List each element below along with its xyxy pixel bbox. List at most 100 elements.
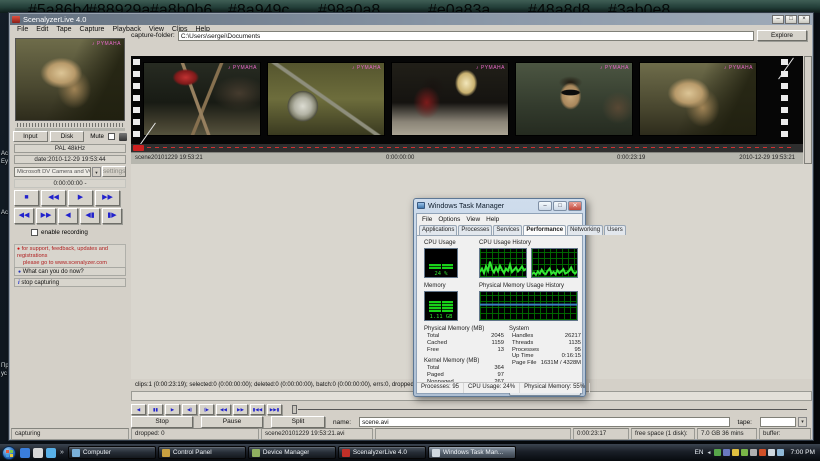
close-icon[interactable]: × bbox=[798, 15, 810, 24]
what-now-header[interactable]: ● What can you do now? bbox=[14, 267, 126, 276]
transport-button[interactable]: ◀◀ bbox=[216, 404, 231, 415]
scene-thumbnail-2[interactable]: ♪ PYMAHA bbox=[267, 62, 385, 136]
tray-icon[interactable] bbox=[750, 449, 757, 456]
tab[interactable]: Users bbox=[604, 225, 626, 235]
scene-thumbnail-4[interactable]: ♪ PYMAHA bbox=[515, 62, 633, 136]
slider-thumb[interactable] bbox=[292, 405, 297, 414]
transport-button[interactable]: (▶ bbox=[199, 404, 214, 415]
tray-expand-icon[interactable]: ◄ bbox=[706, 450, 711, 456]
pause-button[interactable]: Pause bbox=[201, 416, 263, 428]
menu-item[interactable]: Options bbox=[435, 216, 463, 223]
quick-launch-icon[interactable] bbox=[20, 448, 30, 458]
transport-button[interactable]: ◀ bbox=[131, 404, 146, 415]
menu-item[interactable]: File bbox=[419, 216, 435, 223]
timeline-slider[interactable] bbox=[292, 404, 807, 415]
tab[interactable]: Networking bbox=[567, 225, 603, 235]
vcr-button[interactable]: ▶ bbox=[68, 190, 93, 206]
taskbar-button[interactable]: ScenalyzerLive 4.0 bbox=[338, 446, 426, 459]
quick-launch-icon[interactable] bbox=[46, 448, 56, 458]
menu-item[interactable]: Edit bbox=[32, 26, 52, 33]
tray-icon[interactable] bbox=[732, 449, 739, 456]
start-button[interactable] bbox=[2, 446, 16, 460]
chevron-down-icon[interactable]: ▼ bbox=[92, 167, 101, 177]
system-group: System Handles26217Threads1135Processes9… bbox=[509, 326, 581, 367]
menu-item[interactable]: File bbox=[13, 26, 32, 33]
capture-device-select[interactable]: Microsoft DV Camera and VCR bbox=[14, 167, 91, 177]
taskbar-button[interactable]: Control Panel bbox=[158, 446, 246, 459]
support-link[interactable]: please go to www.scenalyzer.com bbox=[17, 260, 107, 266]
tab[interactable]: Applications bbox=[419, 225, 457, 235]
stat-row: Free13 bbox=[424, 347, 504, 354]
transport-button[interactable]: ▶▶▮ bbox=[267, 404, 282, 415]
speaker-icon[interactable] bbox=[119, 133, 127, 141]
transport-button[interactable]: ▮▮ bbox=[148, 404, 163, 415]
task-manager-titlebar[interactable]: Windows Task Manager – □ ✕ bbox=[414, 199, 585, 212]
transport-button[interactable]: ▮◀◀ bbox=[250, 404, 265, 415]
tray-icon[interactable] bbox=[759, 449, 766, 456]
menu-item[interactable]: View bbox=[463, 216, 483, 223]
tray-icon[interactable] bbox=[714, 449, 721, 456]
what-now-label: What can you do now? bbox=[23, 269, 84, 275]
input-tab-button[interactable]: Input bbox=[13, 131, 48, 142]
vcr-button[interactable]: ◀◀ bbox=[41, 190, 66, 206]
menu-item[interactable]: Capture bbox=[76, 26, 109, 33]
scenalyzer-titlebar[interactable]: ScenalyzerLive 4.0 – □ × bbox=[10, 14, 812, 25]
vcr-button[interactable]: ▶▶ bbox=[95, 190, 120, 206]
scene-thumbnail-3[interactable]: ♪ PYMAHA bbox=[391, 62, 509, 136]
enable-recording-checkbox[interactable] bbox=[31, 229, 38, 236]
quick-launch-icon[interactable] bbox=[33, 448, 43, 458]
filename-field[interactable]: scene.avi bbox=[359, 417, 729, 427]
tray-icon[interactable] bbox=[723, 449, 730, 456]
tab[interactable]: Processes bbox=[458, 225, 492, 235]
scenalyzer-window: ScenalyzerLive 4.0 – □ × FileEditTapeCap… bbox=[8, 12, 814, 441]
vcr-button[interactable]: ■ bbox=[14, 190, 39, 206]
scene-thumbnail-5[interactable]: ♪ PYMAHA bbox=[639, 62, 757, 136]
transport-button[interactable]: ▶ bbox=[165, 404, 180, 415]
taskbar-button[interactable]: Computer bbox=[68, 446, 156, 459]
vcr-button[interactable]: ◀ bbox=[58, 208, 78, 224]
tray-icon[interactable] bbox=[741, 449, 748, 456]
audio-level-meter bbox=[15, 123, 125, 127]
maximize-icon[interactable]: □ bbox=[785, 15, 797, 24]
tray-icon[interactable] bbox=[777, 449, 784, 456]
memory-label: Memory bbox=[424, 283, 446, 289]
filmstrip-scrollbar[interactable] bbox=[804, 56, 812, 164]
minimize-icon[interactable]: – bbox=[772, 15, 784, 24]
settings-button[interactable]: settings bbox=[102, 166, 126, 177]
mute-checkbox[interactable] bbox=[108, 133, 115, 140]
timeline-ruler[interactable] bbox=[131, 144, 803, 152]
tray-icon[interactable] bbox=[768, 449, 775, 456]
taskbar-button[interactable]: Windows Task Man... bbox=[428, 446, 516, 459]
taskbar-button[interactable]: Device Manager bbox=[248, 446, 336, 459]
menu-item[interactable]: Tape bbox=[52, 26, 75, 33]
close-icon[interactable]: ✕ bbox=[568, 201, 582, 211]
split-button[interactable]: Split bbox=[271, 416, 325, 428]
menu-item[interactable]: Help bbox=[483, 216, 502, 223]
vcr-button[interactable]: ▶▶ bbox=[36, 208, 56, 224]
memory-gauge-fill bbox=[429, 301, 453, 312]
language-indicator[interactable]: EN bbox=[695, 449, 704, 456]
tab[interactable]: Performance bbox=[523, 225, 566, 235]
maximize-icon[interactable]: □ bbox=[553, 201, 567, 211]
tab[interactable]: Services bbox=[493, 225, 522, 235]
stop-capturing-item[interactable]: i stop capturing bbox=[14, 278, 126, 287]
vcr-button[interactable]: ◀◀ bbox=[14, 208, 34, 224]
tape-dropdown-icon[interactable]: ▾ bbox=[798, 417, 807, 427]
scenalyzer-title: ScenalyzerLive 4.0 bbox=[23, 15, 771, 24]
scene-thumbnail-1[interactable]: ♪ PYMAHA bbox=[143, 62, 261, 136]
capture-folder-field[interactable]: C:\Users\sergei\Documents bbox=[178, 31, 754, 41]
transport-button[interactable]: ◀) bbox=[182, 404, 197, 415]
vcr-button[interactable]: ▮▶ bbox=[102, 208, 122, 224]
transport-button[interactable]: ▶▶ bbox=[233, 404, 248, 415]
stat-row: Cached1159 bbox=[424, 340, 504, 347]
stop-button[interactable]: Stop bbox=[131, 416, 193, 428]
minimize-icon[interactable]: – bbox=[538, 201, 552, 211]
clock[interactable]: 7:00 PM bbox=[790, 449, 815, 456]
quick-launch-more-icon[interactable]: » bbox=[60, 449, 64, 456]
capture-folder-label: capture-folder: bbox=[131, 32, 175, 39]
tape-field[interactable] bbox=[760, 417, 796, 427]
cpu-gauge-fill bbox=[429, 264, 453, 269]
disk-tab-button[interactable]: Disk bbox=[50, 131, 85, 142]
explore-button[interactable]: Explore bbox=[757, 30, 807, 41]
vcr-button[interactable]: ◀▮ bbox=[80, 208, 100, 224]
